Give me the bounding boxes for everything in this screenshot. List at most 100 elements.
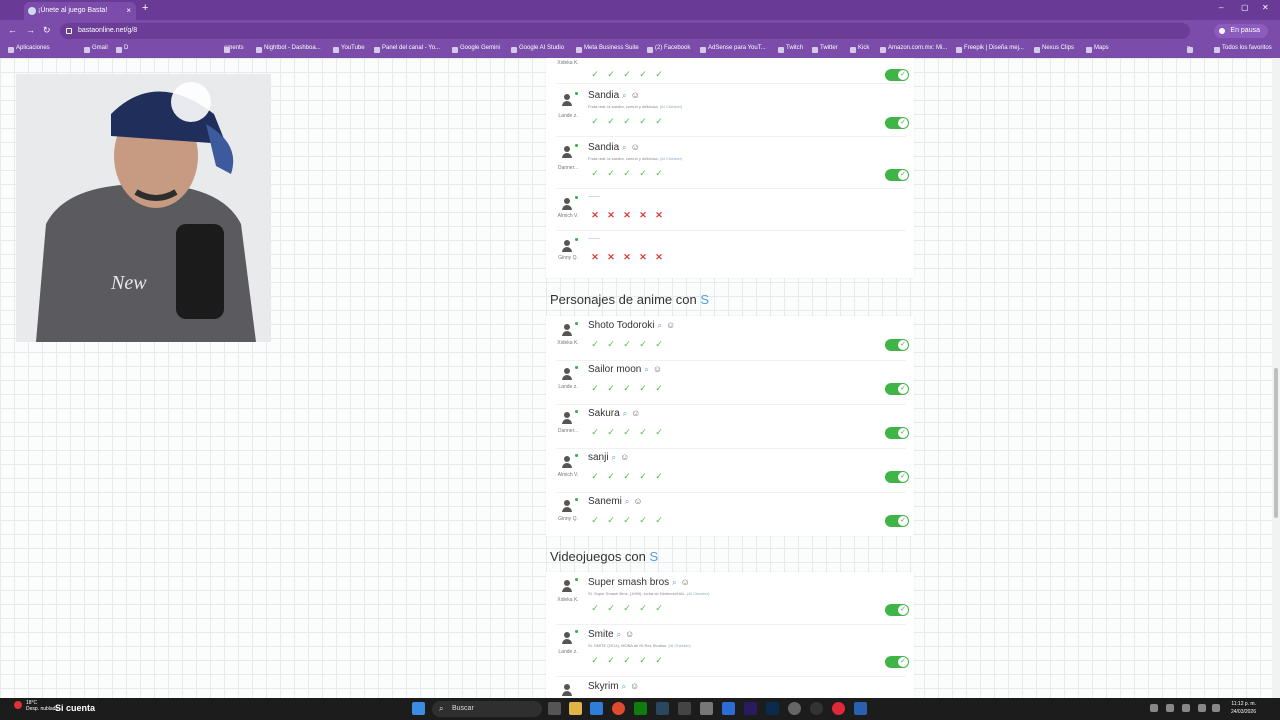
validity-toggle[interactable]: ✓ (885, 515, 909, 527)
cross-icon[interactable]: ✕ (622, 210, 632, 220)
bookmark-item[interactable]: Freepik | Diseña mej... (956, 45, 1024, 53)
profile-pause-button[interactable]: En pausa (1214, 24, 1268, 38)
emoji-icon[interactable]: ☺ (633, 496, 642, 506)
emoji-icon[interactable]: ☺ (631, 142, 640, 152)
cross-icon[interactable]: ✕ (654, 210, 664, 220)
check-icon[interactable]: ✓ (590, 116, 600, 126)
obs-icon[interactable] (788, 702, 801, 715)
check-icon[interactable]: ✓ (622, 603, 632, 613)
emoji-icon[interactable]: ☺ (681, 577, 690, 587)
bookmark-item[interactable]: ements (224, 45, 244, 53)
emoji-icon[interactable]: ☺ (620, 452, 629, 462)
cross-icon[interactable]: ✕ (654, 252, 664, 262)
taskbar-search[interactable]: ⌕ Buscar (432, 701, 542, 717)
check-icon[interactable]: ✓ (638, 168, 648, 178)
minimize-button[interactable]: – (1219, 3, 1223, 12)
check-icon[interactable]: ✓ (622, 515, 632, 525)
emoji-icon[interactable]: ☺ (630, 681, 639, 691)
bookmark-item[interactable]: D (116, 45, 128, 53)
edge-icon[interactable] (722, 702, 735, 715)
check-icon[interactable]: ✓ (590, 168, 600, 178)
check-icon[interactable]: ✓ (638, 383, 648, 393)
search-icon[interactable]: ⌕ (612, 453, 616, 462)
cross-icon[interactable]: ✕ (606, 210, 616, 220)
validity-toggle[interactable]: ✓ (885, 471, 909, 483)
check-icon[interactable]: ✓ (590, 339, 600, 349)
bookmark-item[interactable]: Twitter (812, 45, 838, 53)
tab-close-icon[interactable]: × (126, 2, 131, 20)
bookmark-item[interactable]: AdSense para YouT... (700, 45, 766, 53)
xbox-icon[interactable] (634, 702, 647, 715)
app-icon[interactable] (700, 702, 713, 715)
validity-toggle[interactable]: ✓ (885, 339, 909, 351)
calculator-icon[interactable] (678, 702, 691, 715)
check-icon[interactable]: ✓ (654, 116, 664, 126)
search-icon[interactable]: ⌕ (625, 497, 629, 506)
close-window-button[interactable]: ✕ (1262, 3, 1269, 12)
bookmark-item[interactable]: Nexus Clips (1034, 45, 1074, 53)
check-icon[interactable]: ✓ (606, 168, 616, 178)
bookmark-item[interactable]: (2) Facebook (647, 45, 690, 53)
new-tab-button[interactable]: + (142, 2, 148, 14)
page-scrollbar[interactable] (1272, 58, 1280, 698)
check-icon[interactable]: ✓ (638, 339, 648, 349)
validity-toggle[interactable]: ✓ (885, 169, 909, 181)
bookmarks-more-icon[interactable]: » (1187, 45, 1194, 53)
search-icon[interactable]: ⌕ (617, 630, 621, 639)
emoji-icon[interactable]: ☺ (631, 90, 640, 100)
bookmark-item[interactable]: Kick (850, 45, 869, 53)
check-icon[interactable]: ✓ (622, 116, 632, 126)
cross-icon[interactable]: ✕ (638, 210, 648, 220)
check-icon[interactable]: ✓ (638, 603, 648, 613)
check-icon[interactable]: ✓ (638, 471, 648, 481)
search-icon[interactable]: ⌕ (672, 578, 676, 587)
tray-chevron-icon[interactable] (1150, 704, 1158, 712)
volume-icon[interactable] (1212, 704, 1220, 712)
record-icon[interactable] (832, 702, 845, 715)
check-icon[interactable]: ✓ (606, 471, 616, 481)
back-icon[interactable]: ← (8, 25, 17, 35)
check-icon[interactable]: ✓ (606, 427, 616, 437)
validity-toggle[interactable]: ✓ (885, 604, 909, 616)
check-icon[interactable]: ✓ (622, 69, 632, 79)
check-icon[interactable]: ✓ (622, 383, 632, 393)
account-label[interactable]: Si cuenta (55, 703, 95, 713)
check-icon[interactable]: ✓ (590, 655, 600, 665)
emoji-icon[interactable]: ☺ (666, 320, 675, 330)
check-icon[interactable]: ✓ (622, 339, 632, 349)
check-icon[interactable]: ✓ (654, 427, 664, 437)
tray-app-icon[interactable] (1166, 704, 1174, 712)
media-icon[interactable] (810, 702, 823, 715)
wifi-icon[interactable] (1198, 704, 1206, 712)
check-icon[interactable]: ✓ (654, 515, 664, 525)
validity-toggle[interactable]: ✓ (885, 69, 909, 81)
search-icon[interactable]: ⌕ (622, 91, 626, 100)
bookmark-item[interactable]: Google AI Studio (511, 45, 564, 53)
file-explorer-icon[interactable] (569, 702, 582, 715)
cross-icon[interactable]: ✕ (590, 210, 600, 220)
search-icon[interactable]: ⌕ (658, 321, 662, 330)
check-icon[interactable]: ✓ (606, 603, 616, 613)
check-icon[interactable]: ✓ (638, 655, 648, 665)
bookmark-item[interactable]: Aplicaciones (8, 45, 50, 53)
emoji-icon[interactable]: ☺ (625, 629, 634, 639)
check-icon[interactable]: ✓ (654, 603, 664, 613)
bookmark-item[interactable]: Panel del canal - Yo... (374, 45, 440, 53)
check-icon[interactable]: ✓ (638, 515, 648, 525)
check-icon[interactable]: ✓ (654, 168, 664, 178)
windows-start-icon[interactable] (412, 702, 425, 715)
bookmark-item[interactable]: Nightbot - Dashboa... (256, 45, 321, 53)
search-icon[interactable]: ⌕ (644, 365, 648, 374)
check-icon[interactable]: ✓ (590, 471, 600, 481)
check-icon[interactable]: ✓ (590, 69, 600, 79)
reload-icon[interactable]: ↻ (43, 25, 51, 36)
weather-widget[interactable]: 18°C Desp. nublado (26, 700, 58, 712)
weather-icon[interactable] (14, 701, 22, 709)
bookmark-item[interactable]: Amazon.com.mx: Mi... (880, 45, 947, 53)
check-icon[interactable]: ✓ (606, 339, 616, 349)
search-icon[interactable]: ⌕ (623, 409, 627, 418)
scrollbar-thumb[interactable] (1274, 368, 1278, 518)
steam-icon[interactable] (656, 702, 669, 715)
check-icon[interactable]: ✓ (638, 427, 648, 437)
cross-icon[interactable]: ✕ (590, 252, 600, 262)
